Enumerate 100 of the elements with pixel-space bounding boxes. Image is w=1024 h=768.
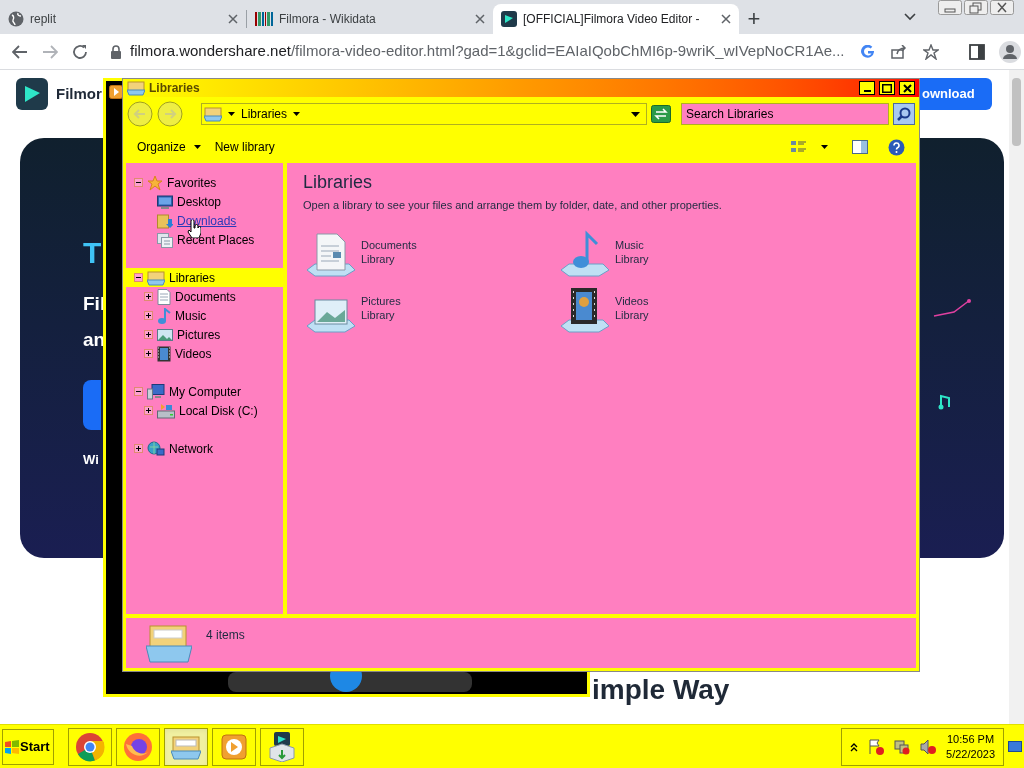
- tree-item[interactable]: Network: [126, 439, 283, 458]
- expand-icon[interactable]: [144, 349, 153, 358]
- tree-item[interactable]: Music: [126, 306, 283, 325]
- hero-note: Wi: [83, 451, 100, 469]
- new-tab-button[interactable]: +: [739, 4, 769, 34]
- expand-icon[interactable]: [144, 292, 153, 301]
- minimize-button[interactable]: [859, 81, 875, 95]
- window-close-icon: [990, 0, 1014, 15]
- tree-item[interactable]: Libraries: [126, 268, 283, 287]
- tree-item[interactable]: Local Disk (C:): [126, 401, 283, 420]
- expand-icon[interactable]: [144, 330, 153, 339]
- maximize-icon: [882, 83, 892, 93]
- hero-button[interactable]: [83, 380, 101, 430]
- browser-tab[interactable]: replit: [0, 4, 246, 34]
- collapse-icon[interactable]: [134, 273, 143, 282]
- tree-item[interactable]: Favorites: [126, 173, 283, 192]
- download-button[interactable]: ownload: [920, 78, 992, 110]
- library-item[interactable]: Music Library: [557, 229, 811, 278]
- tree-item[interactable]: Recent Places: [126, 230, 283, 249]
- google-icon: [860, 44, 875, 59]
- forward-icon: [42, 44, 58, 59]
- maximize-button[interactable]: [879, 81, 895, 95]
- window-title: Libraries: [149, 80, 200, 97]
- filmora-logo-icon: [501, 11, 517, 27]
- caret-icon: [193, 145, 201, 149]
- back-icon: [12, 44, 28, 59]
- search-field[interactable]: Search Libraries: [681, 103, 889, 125]
- search-icon: [897, 107, 911, 121]
- scrollbar-thumb[interactable]: [1012, 78, 1021, 146]
- item-count: 4 items: [206, 627, 245, 644]
- music-note-icon: [938, 394, 950, 410]
- library-folder-icon: [146, 622, 192, 664]
- library-item[interactable]: Documents Library: [303, 229, 557, 278]
- taskbar-app-button[interactable]: [260, 727, 304, 766]
- document-icon: [157, 288, 171, 305]
- tree-item[interactable]: Documents: [126, 287, 283, 306]
- browser-tab[interactable]: [OFFICIAL]Filmora Video Editor -: [493, 4, 739, 34]
- lock-icon: [110, 44, 122, 59]
- close-icon: [902, 83, 912, 93]
- chevron-down-icon: [904, 13, 916, 21]
- barcode-logo-icon: [255, 12, 273, 26]
- library-item[interactable]: Pictures Library: [303, 285, 557, 334]
- back-icon: [127, 101, 153, 127]
- close-icon: [475, 14, 485, 24]
- toolbar-button[interactable]: Organize: [137, 136, 201, 158]
- caret-icon: [821, 145, 828, 149]
- pane-description: Open a library to see your files and arrange them by folder, date, and other properties.: [303, 198, 723, 213]
- computer-icon: [147, 383, 165, 400]
- pane-heading: Libraries: [303, 171, 374, 194]
- url-text: filmora.wondershare.net/filmora-video-editor.html?gad=1&gclid=EAIaIQobChMI6p-9wriK_wIVepNoCR1Ae...: [130, 41, 845, 62]
- media-player-icon: [220, 732, 248, 761]
- window-minimize-icon: [938, 0, 962, 15]
- firefox-icon: [123, 731, 153, 762]
- section-heading: imple Way: [592, 676, 730, 704]
- picture-icon: [157, 327, 173, 342]
- network-globe-icon: [147, 440, 165, 457]
- collapse-icon[interactable]: [134, 178, 143, 187]
- start-button[interactable]: Start: [2, 728, 54, 765]
- expand-icon[interactable]: [134, 444, 143, 453]
- scrollbar[interactable]: [1009, 70, 1024, 724]
- music-note-icon: [157, 307, 171, 324]
- address-bar[interactable]: filmora.wondershare.net/filmora-video-editor.html?gad=1&gclid=EAIaIQobChMI6p-9wriK_wIVepNoCR1Ae...: [102, 37, 947, 66]
- star-outline-icon: [922, 43, 939, 60]
- library-item[interactable]: Videos Library: [557, 285, 811, 334]
- expand-icon[interactable]: [144, 406, 153, 415]
- tree-item[interactable]: My Computer: [126, 382, 283, 401]
- forward-icon: [157, 101, 183, 127]
- star-icon: [147, 174, 163, 191]
- logo-text: Filmor: [56, 83, 102, 104]
- folder-download-icon: [157, 212, 173, 229]
- hero-title: T: [83, 238, 103, 268]
- close-button[interactable]: [899, 81, 915, 95]
- caret-icon: [293, 112, 301, 116]
- window-restore-icon: [964, 0, 988, 15]
- library-icon: [204, 106, 222, 122]
- tree-item[interactable]: Desktop: [126, 192, 283, 211]
- address-field[interactable]: Libraries: [201, 103, 647, 125]
- media-player-icon: [109, 85, 123, 99]
- share-icon: [890, 44, 907, 59]
- collapse-icon[interactable]: [134, 387, 143, 396]
- tree-item[interactable]: Videos: [126, 344, 283, 363]
- installer-box-icon: [268, 731, 296, 762]
- tree-item[interactable]: Pictures: [126, 325, 283, 344]
- browser-tab[interactable]: Filmora - Wikidata: [247, 4, 493, 34]
- chevron-up-icon: [850, 741, 859, 752]
- drive-icon: [157, 402, 175, 419]
- side-panel-icon: [968, 43, 985, 60]
- filmora-logo-icon: [16, 78, 48, 110]
- expand-icon[interactable]: [144, 311, 153, 320]
- tree-item[interactable]: Downloads: [126, 211, 283, 230]
- search-button[interactable]: [893, 103, 915, 125]
- library-icon: [147, 269, 165, 286]
- chrome-icon: [75, 731, 105, 762]
- toolbar-button[interactable]: New library: [214, 136, 275, 158]
- taskbar-app-button[interactable]: [116, 727, 160, 766]
- close-icon: [721, 14, 731, 24]
- film-strip-icon: [157, 345, 171, 362]
- recent-places-icon: [157, 231, 173, 248]
- close-icon: [228, 14, 238, 24]
- globe-icon: [8, 11, 24, 27]
